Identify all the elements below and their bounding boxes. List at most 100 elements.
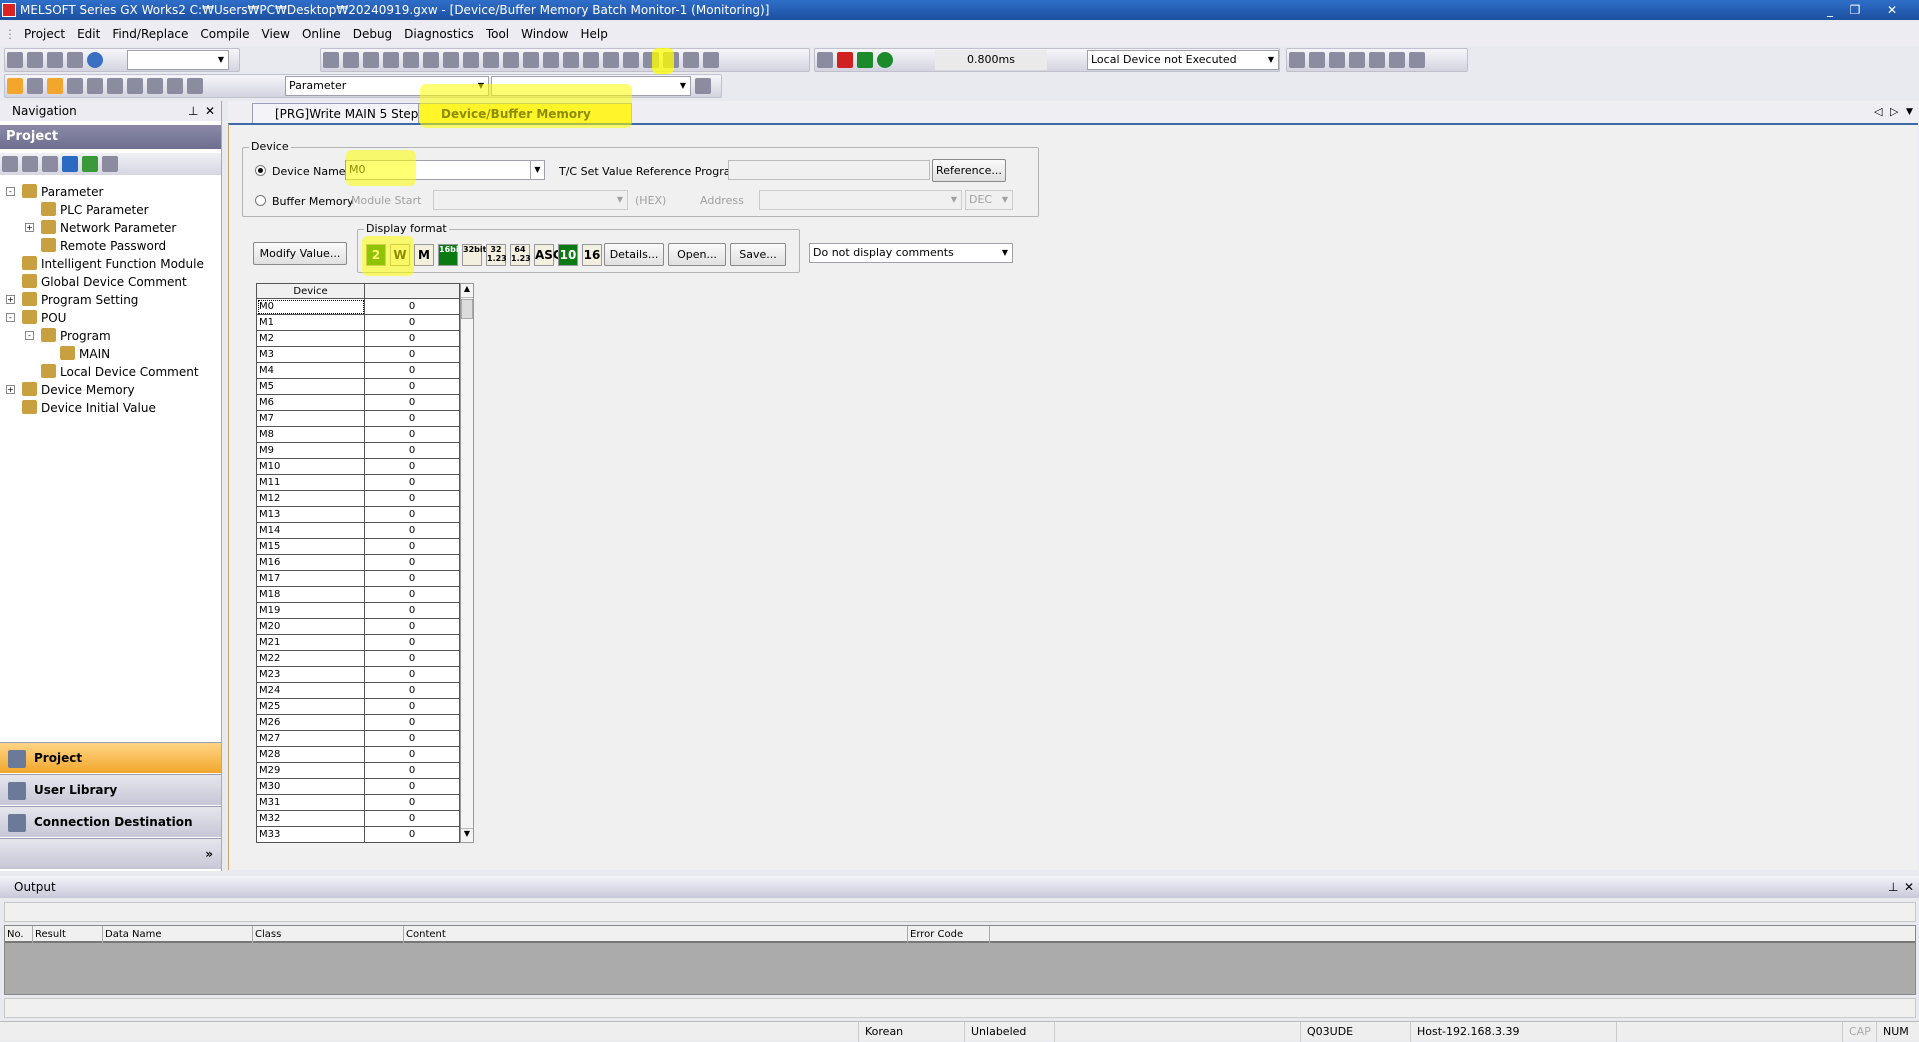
value-cell[interactable]: 0: [364, 538, 460, 555]
value-cell[interactable]: 0: [364, 490, 460, 507]
value-cell[interactable]: 0: [364, 586, 460, 603]
value-cell[interactable]: 0: [364, 362, 460, 379]
table-row[interactable]: M6 0: [256, 394, 460, 411]
table-row[interactable]: M4 0: [256, 362, 460, 379]
device-cell[interactable]: M2: [256, 330, 365, 347]
menu-tool[interactable]: Tool: [486, 27, 509, 41]
device-cell[interactable]: M1: [256, 314, 365, 331]
value-cell[interactable]: 0: [364, 682, 460, 699]
grid-scrollbar[interactable]: ▲ ▼: [460, 283, 474, 843]
device-cell[interactable]: M33: [256, 826, 365, 843]
device-cell[interactable]: M16: [256, 554, 365, 571]
menu-compile[interactable]: Compile: [200, 27, 249, 41]
stop-icon[interactable]: [857, 52, 873, 68]
table-row[interactable]: M11 0: [256, 474, 460, 491]
device-cell[interactable]: M30: [256, 778, 365, 795]
tab-scroll-right-icon[interactable]: ▷: [1890, 105, 1898, 118]
device-cell[interactable]: M20: [256, 618, 365, 635]
menu-project[interactable]: Project: [24, 27, 65, 41]
comment-display-select[interactable]: Do not display comments ▼: [809, 243, 1013, 263]
device-cell[interactable]: M12: [256, 490, 365, 507]
tree-item-parameter[interactable]: - Parameter: [6, 183, 103, 201]
dev-icon[interactable]: [67, 78, 83, 94]
format-button-16bit[interactable]: 16bit: [438, 244, 462, 266]
output-close-icon[interactable]: ✕: [1904, 876, 1914, 898]
value-cell[interactable]: 0: [364, 714, 460, 731]
copy-data-icon[interactable]: [22, 156, 38, 172]
value-cell[interactable]: 0: [364, 442, 460, 459]
binoculars-icon[interactable]: [187, 78, 203, 94]
column-no[interactable]: No.: [5, 926, 33, 943]
tab-scroll-left-icon[interactable]: ◁: [1874, 105, 1882, 118]
tc-program-field[interactable]: [728, 160, 930, 180]
value-cell[interactable]: 0: [364, 602, 460, 619]
display-icon[interactable]: [703, 52, 719, 68]
table-row[interactable]: M32 0: [256, 810, 460, 827]
table-row[interactable]: M16 0: [256, 554, 460, 571]
save-button[interactable]: Save...: [730, 243, 786, 266]
table-row[interactable]: M31 0: [256, 794, 460, 811]
device-cell[interactable]: M25: [256, 698, 365, 715]
scroll-up-icon[interactable]: ▲: [461, 284, 473, 298]
expand-icon[interactable]: +: [6, 295, 15, 304]
value-cell[interactable]: 0: [364, 634, 460, 651]
pin-icon[interactable]: ⊥: [188, 101, 198, 121]
reference-button[interactable]: Reference...: [932, 159, 1006, 182]
property-icon[interactable]: [62, 156, 78, 172]
paste-data-icon[interactable]: [42, 156, 58, 172]
tab-list-icon[interactable]: ▼: [1906, 107, 1913, 117]
format-button-32bit[interactable]: 32bit: [462, 244, 486, 266]
table-row[interactable]: M30 0: [256, 778, 460, 795]
menu-diagnostics[interactable]: Diagnostics: [404, 27, 474, 41]
radix-select[interactable]: DEC ▼: [965, 190, 1013, 210]
table-row[interactable]: M7 0: [256, 410, 460, 427]
device-cell[interactable]: M14: [256, 522, 365, 539]
device-cell[interactable]: M4: [256, 362, 365, 379]
table-row[interactable]: M8 0: [256, 426, 460, 443]
tree-item-main[interactable]: MAIN: [60, 345, 110, 363]
monitor-stop-icon[interactable]: [463, 52, 479, 68]
table-row[interactable]: M25 0: [256, 698, 460, 715]
details-button[interactable]: Details...: [604, 243, 664, 266]
output-pin-icon[interactable]: ⊥: [1888, 876, 1898, 898]
module-icon[interactable]: [27, 78, 43, 94]
value-cell[interactable]: 0: [364, 378, 460, 395]
format-button-16[interactable]: 16: [582, 244, 602, 266]
table-row[interactable]: M10 0: [256, 458, 460, 475]
new-data-icon[interactable]: [2, 156, 18, 172]
redo-icon[interactable]: [403, 52, 419, 68]
copy-icon[interactable]: [343, 52, 359, 68]
nav-button-user-library[interactable]: User Library: [0, 774, 221, 805]
device-cell[interactable]: M6: [256, 394, 365, 411]
device-cell[interactable]: M3: [256, 346, 365, 363]
device-cell[interactable]: M9: [256, 442, 365, 459]
column-data-name[interactable]: Data Name: [103, 926, 253, 943]
table-row[interactable]: M2 0: [256, 330, 460, 347]
write-plc-icon[interactable]: [483, 52, 499, 68]
value-cell[interactable]: 0: [364, 298, 460, 315]
nav-close-icon[interactable]: ✕: [205, 101, 215, 121]
table-row[interactable]: M22 0: [256, 650, 460, 667]
device-cell[interactable]: M11: [256, 474, 365, 491]
format-button-2[interactable]: 2: [366, 244, 386, 266]
value-cell[interactable]: 0: [364, 650, 460, 667]
sample-icon[interactable]: [1349, 52, 1365, 68]
tree-item-pou[interactable]: - POU: [6, 309, 66, 327]
expand-icon[interactable]: +: [25, 223, 34, 232]
menu-debug[interactable]: Debug: [353, 27, 392, 41]
tree-item-device-initial-value[interactable]: Device Initial Value: [22, 399, 156, 417]
open-icon[interactable]: [27, 52, 43, 68]
print-icon[interactable]: [67, 52, 83, 68]
table-row[interactable]: M24 0: [256, 682, 460, 699]
value-cell[interactable]: 0: [364, 474, 460, 491]
undo-icon[interactable]: [383, 52, 399, 68]
parameter-combo[interactable]: Parameter ▼: [285, 76, 489, 96]
tree-item-global-device-comment[interactable]: Global Device Comment: [22, 273, 187, 291]
format-button-64-1-23[interactable]: 64 1.23: [510, 244, 531, 266]
table-row[interactable]: M20 0: [256, 618, 460, 635]
value-cell[interactable]: 0: [364, 426, 460, 443]
format-button-32-1-23[interactable]: 32 1.23: [486, 244, 507, 266]
collapse-icon[interactable]: -: [6, 187, 15, 196]
help2-icon[interactable]: [167, 78, 183, 94]
table-row[interactable]: M12 0: [256, 490, 460, 507]
